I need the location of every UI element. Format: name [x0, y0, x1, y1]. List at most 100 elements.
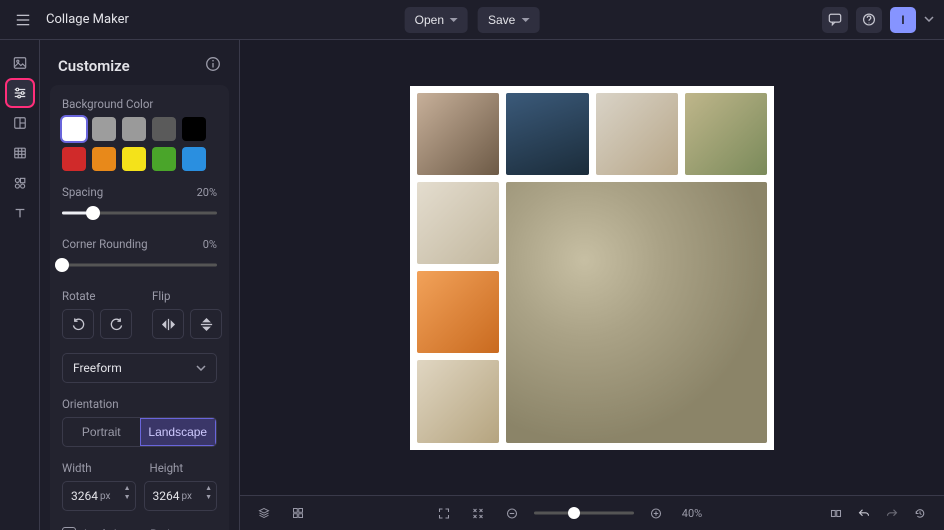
help-icon — [862, 12, 876, 27]
rotate-ccw-button[interactable] — [62, 309, 94, 339]
collage-cell[interactable] — [417, 93, 499, 175]
collage-preview[interactable] — [410, 86, 774, 450]
flip-horizontal-icon — [161, 317, 176, 332]
collage-cell[interactable] — [685, 93, 767, 175]
tool-image[interactable] — [7, 50, 33, 76]
collage-cell-main[interactable] — [506, 182, 767, 443]
sliders-icon — [13, 85, 27, 101]
spacing-label: Spacing — [62, 185, 103, 199]
open-button[interactable]: Open — [405, 7, 468, 33]
customize-panel: Customize Background Color Spacing 20% C… — [40, 40, 240, 530]
layout-icon — [13, 115, 27, 131]
bottom-bar: 40% — [240, 495, 944, 530]
rotate-label: Rotate — [62, 289, 132, 303]
history-icon — [914, 506, 926, 521]
layers-icon — [258, 505, 270, 521]
bg-color-swatch[interactable] — [182, 147, 206, 171]
rotate-cw-button[interactable] — [100, 309, 132, 339]
table-icon — [13, 145, 27, 161]
tool-text[interactable] — [7, 200, 33, 226]
fit-screen-icon — [472, 506, 484, 521]
feedback-button[interactable] — [822, 7, 848, 33]
bg-color-swatch[interactable] — [182, 117, 206, 141]
panel-title: Customize — [58, 57, 130, 75]
tool-elements[interactable] — [7, 170, 33, 196]
dimensions-section: Width Height — [62, 461, 217, 475]
user-avatar[interactable]: I — [890, 7, 916, 33]
flip-vertical-icon — [199, 317, 214, 332]
help-button[interactable] — [856, 7, 882, 33]
corner-label: Corner Rounding — [62, 237, 148, 251]
bg-color-swatch[interactable] — [122, 147, 146, 171]
bg-color-swatch[interactable] — [92, 117, 116, 141]
zoom-in-icon — [650, 506, 662, 521]
collage-cell[interactable] — [506, 93, 588, 175]
canvas-area[interactable] — [240, 40, 944, 495]
collage-cell[interactable] — [417, 360, 499, 442]
bg-color-swatch[interactable] — [92, 147, 116, 171]
compare-button[interactable] — [824, 501, 848, 525]
height-step-down[interactable]: ▼ — [205, 494, 212, 501]
account-menu-chevron[interactable] — [924, 14, 934, 25]
undo-button[interactable] — [852, 501, 876, 525]
zoom-slider[interactable] — [534, 503, 634, 523]
collage-cell[interactable] — [417, 271, 499, 353]
width-step-up[interactable]: ▲ — [124, 485, 131, 492]
hamburger-icon — [16, 13, 30, 27]
fullscreen-button[interactable] — [432, 501, 456, 525]
bg-color-swatches — [62, 117, 217, 171]
spacing-slider[interactable] — [62, 203, 217, 223]
orientation-toggle: Portrait Landscape — [62, 417, 217, 447]
orientation-label: Orientation — [62, 397, 217, 411]
flip-label: Flip — [152, 289, 222, 303]
collage-cell[interactable] — [596, 93, 678, 175]
panel-info-button[interactable] — [205, 56, 221, 75]
width-input[interactable]: 3264px ▲▼ — [62, 481, 136, 511]
zoom-out-button[interactable] — [500, 501, 524, 525]
height-step-up[interactable]: ▲ — [205, 485, 212, 492]
main-menu-button[interactable] — [10, 7, 36, 33]
orientation-landscape[interactable]: Landscape — [140, 418, 217, 446]
spacing-section: Spacing 20% — [62, 185, 217, 223]
history-button[interactable] — [908, 501, 932, 525]
corner-section: Corner Rounding 0% — [62, 237, 217, 275]
bg-color-swatch[interactable] — [62, 117, 86, 141]
fullscreen-icon — [438, 506, 450, 521]
dimension-inputs: 3264px ▲▼ 3264px ▲▼ — [62, 481, 217, 511]
compare-icon — [830, 506, 842, 521]
bg-color-swatch[interactable] — [152, 147, 176, 171]
grid-view-button[interactable] — [286, 501, 310, 525]
zoom-in-button[interactable] — [644, 501, 668, 525]
info-icon — [205, 56, 221, 72]
background-color-section: Background Color — [62, 97, 217, 171]
redo-icon — [886, 506, 898, 521]
collage-cell[interactable] — [417, 182, 499, 264]
tool-layout[interactable] — [7, 110, 33, 136]
spacing-value: 20% — [197, 186, 217, 199]
save-button[interactable]: Save — [478, 7, 539, 33]
height-input[interactable]: 3264px ▲▼ — [144, 481, 218, 511]
bg-color-swatch[interactable] — [122, 117, 146, 141]
top-bar: Collage Maker Open Save I — [0, 0, 944, 40]
speech-bubble-icon — [828, 12, 842, 27]
orientation-section: Orientation Portrait Landscape — [62, 397, 217, 447]
tool-customize[interactable] — [7, 80, 33, 106]
undo-icon — [858, 506, 870, 521]
tool-table[interactable] — [7, 140, 33, 166]
redo-button[interactable] — [880, 501, 904, 525]
corner-slider[interactable] — [62, 255, 217, 275]
width-label: Width — [62, 461, 130, 475]
bg-color-swatch[interactable] — [152, 117, 176, 141]
app-title: Collage Maker — [46, 12, 129, 27]
bg-color-label: Background Color — [62, 97, 217, 111]
flip-vertical-button[interactable] — [190, 309, 222, 339]
fit-screen-button[interactable] — [466, 501, 490, 525]
aspect-ratio-select[interactable]: Freeform — [62, 353, 217, 383]
orientation-portrait[interactable]: Portrait — [63, 418, 140, 446]
bg-color-swatch[interactable] — [62, 147, 86, 171]
panel-card: Background Color Spacing 20% Corner Roun… — [50, 85, 229, 530]
width-step-down[interactable]: ▼ — [124, 494, 131, 501]
flip-horizontal-button[interactable] — [152, 309, 184, 339]
tool-rail — [0, 40, 40, 530]
layers-button[interactable] — [252, 501, 276, 525]
